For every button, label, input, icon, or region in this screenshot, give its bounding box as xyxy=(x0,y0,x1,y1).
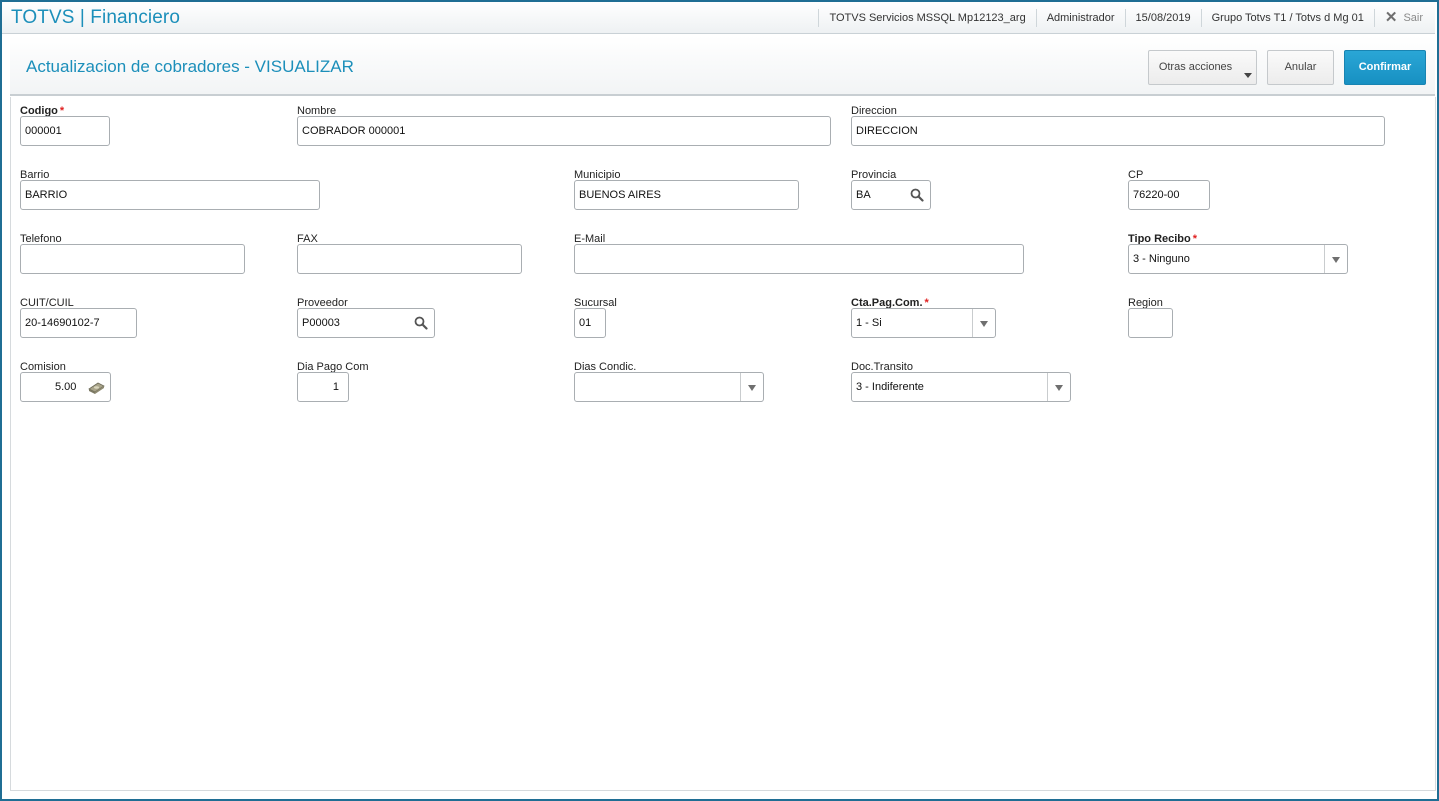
page-header: Actualizacion de cobradores - VISUALIZAR… xyxy=(10,36,1435,96)
email-input[interactable] xyxy=(574,244,1024,274)
chevron-down-icon[interactable] xyxy=(740,373,763,401)
magnifier-icon[interactable] xyxy=(414,316,428,330)
barrio-input[interactable]: BARRIO xyxy=(20,180,320,210)
top-bar: TOTVS | Financiero TOTVS Servicios MSSQL… xyxy=(2,2,1435,34)
cuit-input[interactable]: 20-14690102-7 xyxy=(20,308,137,338)
user-name: Administrador xyxy=(1035,9,1125,27)
server-name: TOTVS Servicios MSSQL Mp12123_arg xyxy=(818,9,1035,27)
proveedor-value: P00003 xyxy=(302,317,340,329)
chevron-down-icon[interactable] xyxy=(1047,373,1070,401)
codigo-input[interactable]: 000001 xyxy=(20,116,110,146)
company-name: Grupo Totvs T1 / Totvs d Mg 01 xyxy=(1200,9,1374,27)
page-title: Actualizacion de cobradores - VISUALIZAR xyxy=(26,57,354,76)
exit-label: Sair xyxy=(1403,12,1423,24)
comision-input[interactable]: 5.00 xyxy=(20,372,111,402)
provincia-input[interactable]: BA xyxy=(851,180,931,210)
other-actions-label: Otras acciones xyxy=(1158,61,1233,73)
session-info: TOTVS Servicios MSSQL Mp12123_arg Admini… xyxy=(818,2,1435,34)
sucursal-input[interactable]: 01 xyxy=(574,308,606,338)
magnifier-icon[interactable] xyxy=(910,188,924,202)
session-date: 15/08/2019 xyxy=(1124,9,1201,27)
chevron-down-icon xyxy=(1244,73,1252,78)
provincia-value: BA xyxy=(856,189,871,201)
doc-transito-select[interactable]: 3 - Indiferente xyxy=(851,372,1071,402)
cp-input[interactable]: 76220-00 xyxy=(1128,180,1210,210)
calculator-icon[interactable] xyxy=(87,379,106,395)
app-title: TOTVS | Financiero xyxy=(11,7,180,28)
proveedor-input[interactable]: P00003 xyxy=(297,308,435,338)
cta-pag-com-value: 1 - Si xyxy=(856,317,882,329)
confirm-button[interactable]: Confirmar xyxy=(1344,50,1426,85)
other-actions-button[interactable]: Otras acciones xyxy=(1148,50,1257,85)
exit-button[interactable]: ✕ Sair xyxy=(1373,9,1435,27)
form-panel: Codigo * 000001 Nombre COBRADOR 000001 Di… xyxy=(10,97,1436,791)
municipio-input[interactable]: BUENOS AIRES xyxy=(574,180,799,210)
cta-pag-com-select[interactable]: 1 - Si xyxy=(851,308,996,338)
tipo-recibo-select[interactable]: 3 - Ninguno xyxy=(1128,244,1348,274)
cancel-button[interactable]: Anular xyxy=(1267,50,1334,85)
nombre-input[interactable]: COBRADOR 000001 xyxy=(297,116,831,146)
region-input[interactable] xyxy=(1128,308,1173,338)
comision-value: 5.00 xyxy=(55,381,77,393)
chevron-down-icon[interactable] xyxy=(1324,245,1347,273)
dia-pago-com-input[interactable]: 1 xyxy=(297,372,349,402)
tipo-recibo-value: 3 - Ninguno xyxy=(1133,253,1190,265)
direccion-input[interactable]: DIRECCION xyxy=(851,116,1385,146)
chevron-down-icon[interactable] xyxy=(972,309,995,337)
close-icon: ✕ xyxy=(1384,9,1398,26)
telefono-input[interactable] xyxy=(20,244,245,274)
fax-input[interactable] xyxy=(297,244,522,274)
dias-condic-select[interactable] xyxy=(574,372,764,402)
doc-transito-value: 3 - Indiferente xyxy=(856,381,924,393)
